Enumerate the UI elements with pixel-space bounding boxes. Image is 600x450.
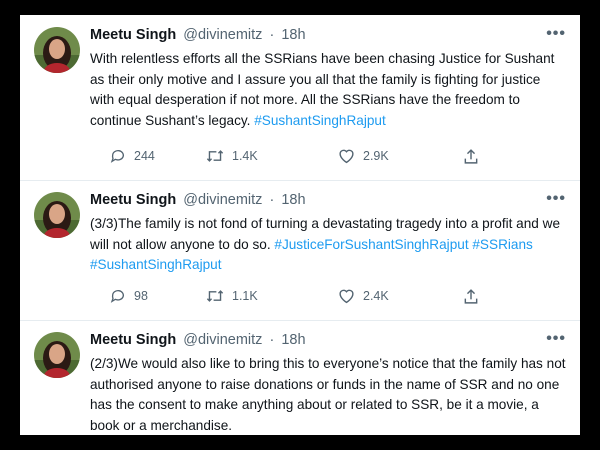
avatar[interactable] xyxy=(34,192,80,238)
share-icon xyxy=(464,289,478,304)
tweet-actions: 244 1.4K 2.9K xyxy=(90,148,490,168)
author-name[interactable]: Meetu Singh xyxy=(90,332,176,348)
retweet-button[interactable]: 1.1K xyxy=(206,288,258,304)
like-button[interactable]: 2.4K xyxy=(338,288,389,304)
separator: · xyxy=(269,332,275,348)
author-name[interactable]: Meetu Singh xyxy=(90,27,176,43)
reply-icon xyxy=(110,150,124,163)
more-options-icon[interactable]: ••• xyxy=(546,190,566,208)
hashtag-link[interactable]: #SSRians xyxy=(472,237,532,252)
timestamp[interactable]: 18h xyxy=(281,332,305,348)
heart-icon xyxy=(339,149,354,164)
tweet-screenshot: Meetu Singh @divinemitz · 18h ••• With r… xyxy=(20,15,580,435)
share-icon xyxy=(464,149,478,164)
more-options-icon[interactable]: ••• xyxy=(546,330,566,348)
retweet-count: 1.4K xyxy=(232,149,258,163)
timestamp[interactable]: 18h xyxy=(281,192,305,208)
avatar[interactable] xyxy=(34,332,80,378)
reply-button[interactable]: 244 xyxy=(110,148,155,164)
tweet-text: (3/3)The family is not fond of turning a… xyxy=(90,214,568,276)
tweet-header: Meetu Singh @divinemitz · 18h ••• xyxy=(90,190,566,212)
heart-icon xyxy=(339,289,354,304)
tweet-1[interactable]: Meetu Singh @divinemitz · 18h ••• With r… xyxy=(20,15,580,181)
like-count: 2.9K xyxy=(363,149,389,163)
hashtag-link[interactable]: #SushantSinghRajput xyxy=(90,257,222,272)
like-button[interactable]: 2.9K xyxy=(338,148,389,164)
tweet-header: Meetu Singh @divinemitz · 18h ••• xyxy=(90,25,566,47)
tweet-header: Meetu Singh @divinemitz · 18h ••• xyxy=(90,330,566,352)
reply-button[interactable]: 98 xyxy=(110,288,148,304)
share-button[interactable] xyxy=(463,148,479,165)
tweet-text-content: (2/3)We would also like to bring this to… xyxy=(90,356,566,433)
retweet-count: 1.1K xyxy=(232,289,258,303)
timestamp[interactable]: 18h xyxy=(281,27,305,43)
hashtag-link[interactable]: #JusticeForSushantSinghRajput xyxy=(274,237,468,252)
author-name[interactable]: Meetu Singh xyxy=(90,192,176,208)
author-handle[interactable]: @divinemitz xyxy=(183,192,262,208)
reply-count: 244 xyxy=(134,149,155,163)
more-options-icon[interactable]: ••• xyxy=(546,25,566,43)
retweet-button[interactable]: 1.4K xyxy=(206,148,258,164)
tweet-actions: 98 1.1K 2.4K xyxy=(90,288,490,308)
like-count: 2.4K xyxy=(363,289,389,303)
reply-icon xyxy=(110,290,124,303)
retweet-icon xyxy=(206,150,224,162)
share-button[interactable] xyxy=(463,288,479,305)
avatar[interactable] xyxy=(34,27,80,73)
reply-count: 98 xyxy=(134,289,148,303)
tweet-2[interactable]: Meetu Singh @divinemitz · 18h ••• (3/3)T… xyxy=(20,180,580,321)
hashtag-link[interactable]: #SushantSinghRajput xyxy=(254,113,386,128)
tweet-3[interactable]: Meetu Singh @divinemitz · 18h ••• (2/3)W… xyxy=(20,320,580,435)
separator: · xyxy=(269,27,275,43)
separator: · xyxy=(269,192,275,208)
retweet-icon xyxy=(206,290,224,302)
tweet-text: With relentless efforts all the SSRians … xyxy=(90,49,568,131)
author-handle[interactable]: @divinemitz xyxy=(183,332,262,348)
author-handle[interactable]: @divinemitz xyxy=(183,27,262,43)
tweet-text: (2/3)We would also like to bring this to… xyxy=(90,354,568,435)
